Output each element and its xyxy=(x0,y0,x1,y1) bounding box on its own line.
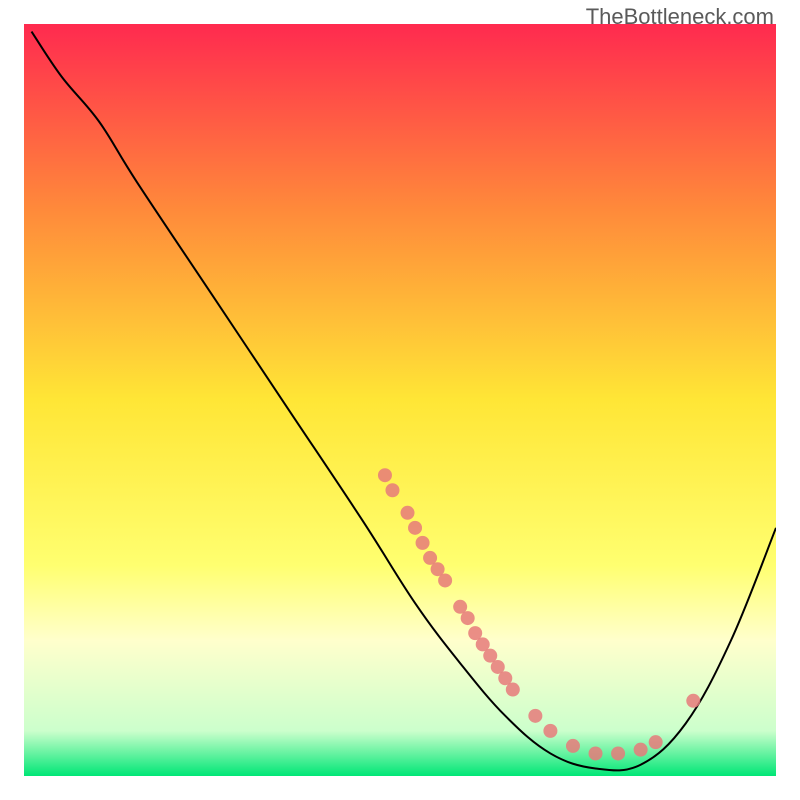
data-point xyxy=(634,743,648,757)
data-point xyxy=(589,746,603,760)
data-point xyxy=(686,694,700,708)
data-point xyxy=(543,724,557,738)
chart-container: TheBottleneck.com xyxy=(0,0,800,800)
data-point xyxy=(438,573,452,587)
data-point xyxy=(401,506,415,520)
data-point xyxy=(461,611,475,625)
plot-area xyxy=(24,24,776,776)
data-point xyxy=(566,739,580,753)
scatter-points xyxy=(378,468,700,760)
curve-overlay xyxy=(24,24,776,776)
data-point xyxy=(385,483,399,497)
data-point xyxy=(506,683,520,697)
data-point xyxy=(611,746,625,760)
data-point xyxy=(416,536,430,550)
data-point xyxy=(378,468,392,482)
main-curve xyxy=(32,32,776,771)
data-point xyxy=(408,521,422,535)
data-point xyxy=(649,735,663,749)
data-point xyxy=(528,709,542,723)
